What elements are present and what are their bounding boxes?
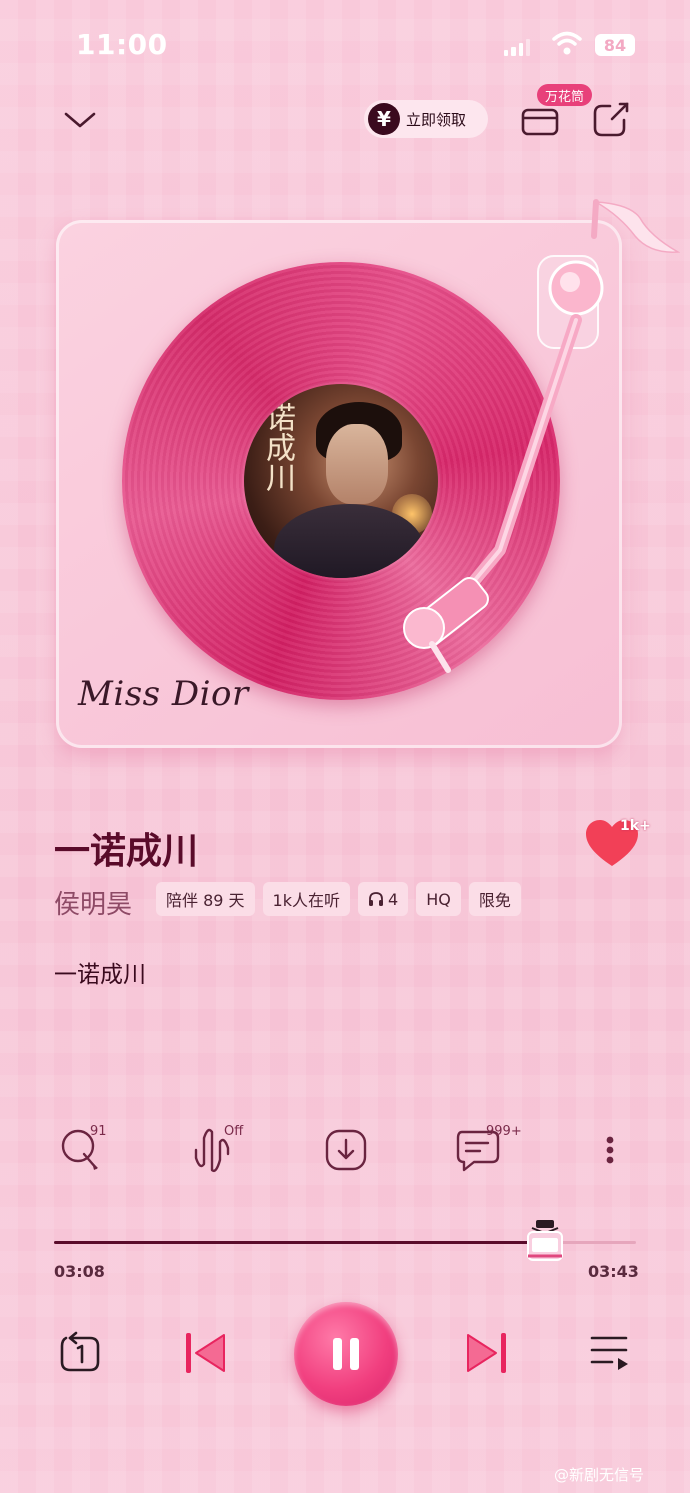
tag-free: 限免 — [468, 882, 521, 916]
perfume-bottle-thumb-icon[interactable] — [522, 1218, 568, 1264]
wifi-icon — [552, 31, 582, 55]
artist-name[interactable]: 侯明昊 — [54, 884, 132, 921]
brand-logo: Miss Dior — [78, 674, 249, 714]
total-duration: 03:43 — [588, 1262, 639, 1281]
like-count: 1k+ — [620, 818, 651, 834]
claim-now-label: 立即领取 — [406, 110, 467, 129]
previous-track-icon[interactable] — [184, 1330, 228, 1376]
headphones-icon — [369, 892, 383, 906]
progress-fill — [54, 1241, 545, 1244]
headphones-count: 4 — [388, 889, 399, 909]
song-title: 一诺成川 — [54, 831, 199, 872]
kaleidoscope-badge: 万花筒 — [537, 84, 593, 106]
more-vertical-icon — [606, 1136, 614, 1164]
pause-button[interactable] — [294, 1302, 398, 1406]
comment-count: 999+ — [486, 1124, 522, 1139]
album-cover-title: 诺成川 — [260, 402, 295, 492]
effect-state: Off — [224, 1124, 244, 1139]
playlist-icon[interactable] — [588, 1332, 632, 1374]
tag-companion-days: 陪伴 89 天 — [156, 882, 255, 916]
claim-now-button[interactable]: ¥ 立即领取 — [364, 100, 488, 138]
watermark: @新剧无信号 — [554, 1466, 645, 1484]
song-tags: 陪伴 89 天 1k人在听 4 HQ 限免 — [156, 882, 521, 916]
elapsed-time: 03:08 — [54, 1262, 105, 1281]
pause-icon — [333, 1338, 359, 1370]
next-track-icon[interactable] — [464, 1330, 508, 1376]
search-count: 91 — [90, 1124, 107, 1139]
tonearm — [403, 255, 604, 673]
signal-icon — [504, 38, 530, 56]
repeat-one-icon[interactable] — [56, 1330, 104, 1378]
yen-icon: ¥ — [368, 103, 400, 135]
download-icon — [325, 1129, 367, 1171]
more-options-button[interactable] — [584, 1124, 636, 1176]
tag-headphones[interactable]: 4 — [358, 882, 409, 916]
status-time: 11:00 — [76, 28, 168, 61]
battery-indicator: 84 — [595, 34, 635, 56]
chevron-down-icon[interactable] — [62, 102, 98, 136]
tag-listeners[interactable]: 1k人在听 — [262, 882, 350, 916]
share-icon[interactable] — [590, 98, 632, 140]
download-button[interactable] — [320, 1124, 372, 1176]
tag-quality[interactable]: HQ — [416, 882, 461, 916]
lyric-line[interactable]: 一诺成川 — [54, 955, 146, 989]
